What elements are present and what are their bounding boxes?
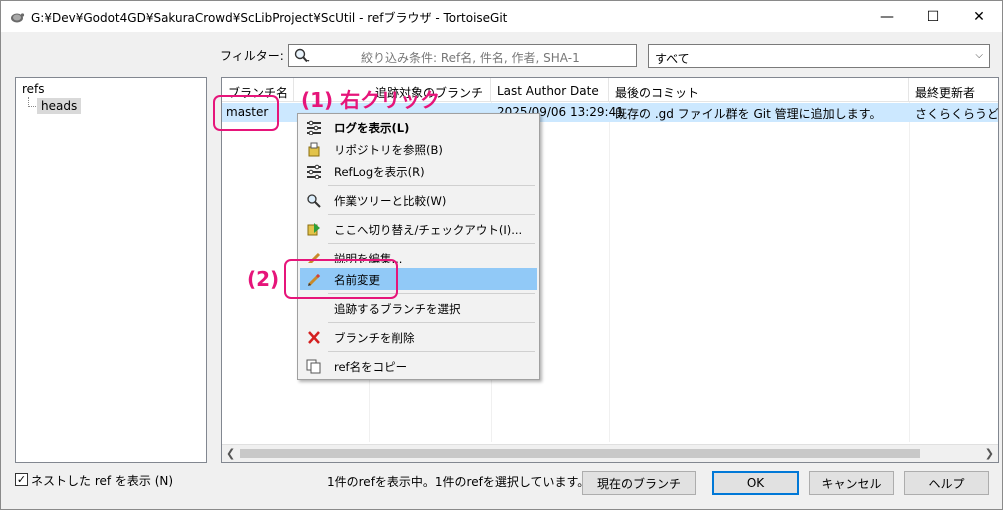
cancel-button[interactable]: キャンセル — [809, 471, 894, 495]
reflog-icon — [307, 164, 321, 179]
ref-tree[interactable]: refs heads — [15, 77, 207, 463]
menu-separator — [328, 243, 535, 244]
filter-placeholder: 絞り込み条件: Ref名, 件名, 作者, SHA-1 — [361, 51, 580, 65]
close-button[interactable]: ✕ — [956, 1, 1002, 32]
filter-scope-value: すべて — [655, 52, 690, 66]
menu-item-label: ref名をコピー — [334, 360, 408, 374]
menu-item-copy-ref-name[interactable]: ref名をコピー — [300, 355, 537, 377]
current-branch-button[interactable]: 現在のブランチ — [582, 471, 696, 495]
compare-icon — [307, 194, 321, 208]
menu-item-label: ここへ切り替え/チェックアウト(I)... — [334, 223, 523, 237]
annotation-ring-rename — [284, 259, 398, 299]
column-divider — [909, 102, 910, 442]
copy-icon — [306, 359, 321, 374]
scroll-left-icon[interactable]: ❮ — [226, 447, 235, 460]
filter-search-input[interactable]: 絞り込み条件: Ref名, 件名, 作者, SHA-1 — [288, 44, 637, 67]
checkbox-box[interactable]: ✓ — [15, 473, 28, 486]
annotation-step1: (1) 右クリック — [301, 88, 441, 112]
menu-item-label: 作業ツリーと比較(W) — [334, 194, 447, 208]
ok-button[interactable]: OK — [712, 471, 799, 495]
menu-separator — [328, 214, 535, 215]
menu-item-show-reflog[interactable]: RefLogを表示(R) — [300, 160, 537, 182]
annotation-ring-master — [213, 95, 279, 131]
help-button[interactable]: ヘルプ — [904, 471, 989, 495]
scrollbar-thumb[interactable] — [240, 449, 920, 458]
horizontal-scrollbar[interactable]: ❮ ❯ — [222, 444, 998, 462]
menu-item-select-tracked-branch[interactable]: 追跡するブランチを選択 — [300, 297, 537, 319]
refbrowser-window: G:¥Dev¥Godot4GD¥SakuraCrowd¥ScLibProject… — [0, 0, 1003, 510]
column-last-commit[interactable]: 最後のコミット — [609, 78, 909, 102]
menu-item-show-log[interactable]: ログを表示(L) — [300, 116, 537, 138]
row-author: さくらくらうど — [915, 107, 999, 121]
row-message: 既存の .gd ファイル群を Git 管理に追加します。 — [615, 107, 882, 121]
search-icon[interactable] — [293, 48, 311, 64]
tree-node-refs[interactable]: refs — [22, 82, 45, 96]
menu-item-compare-worktree[interactable]: 作業ツリーと比較(W) — [300, 189, 537, 211]
menu-separator — [328, 185, 535, 186]
tree-node-heads[interactable]: heads — [37, 98, 82, 114]
menu-item-label: ログを表示(L) — [334, 121, 410, 135]
menu-item-label: 追跡するブランチを選択 — [334, 302, 461, 316]
menu-item-delete-branch[interactable]: ブランチを削除 — [300, 326, 537, 348]
column-divider — [609, 102, 610, 442]
maximize-button[interactable]: ☐ — [910, 1, 956, 32]
menu-item-checkout[interactable]: ここへ切り替え/チェックアウト(I)... — [300, 218, 537, 240]
menu-item-label: リポジトリを参照(B) — [334, 143, 443, 157]
title-bar: G:¥Dev¥Godot4GD¥SakuraCrowd¥ScLibProject… — [1, 1, 1002, 32]
checkbox-label: ネストした ref を表示 (N) — [31, 474, 174, 488]
menu-item-label: RefLogを表示(R) — [334, 165, 425, 179]
status-text: 1件のrefを表示中。1件のrefを選択しています。 — [327, 475, 590, 489]
context-menu: ログを表示(L) リポジトリを参照(B) RefLogを表示(R) 作業ツリーと… — [297, 113, 540, 380]
menu-separator — [328, 351, 535, 352]
column-last-updater[interactable]: 最終更新者 — [909, 78, 998, 102]
annotation-step2: (2) — [247, 267, 280, 291]
column-last-author-date[interactable]: Last Author Date — [491, 78, 609, 102]
repo-browser-icon — [308, 142, 320, 157]
delete-icon — [308, 331, 320, 344]
minimize-button[interactable]: — — [864, 1, 910, 32]
log-icon — [307, 120, 321, 135]
scroll-right-icon[interactable]: ❯ — [985, 447, 994, 460]
menu-item-label: ブランチを削除 — [334, 331, 415, 345]
checkout-icon — [307, 223, 320, 236]
filter-scope-select[interactable]: すべて ⌵ — [648, 44, 990, 68]
chevron-down-icon[interactable]: ⌵ — [975, 50, 983, 61]
window-title: G:¥Dev¥Godot4GD¥SakuraCrowd¥ScLibProject… — [31, 11, 508, 25]
menu-separator — [328, 322, 535, 323]
tortoisegit-app-icon — [11, 13, 25, 23]
filter-label: フィルター: — [220, 49, 284, 63]
menu-item-repo-browser[interactable]: リポジトリを参照(B) — [300, 138, 537, 160]
